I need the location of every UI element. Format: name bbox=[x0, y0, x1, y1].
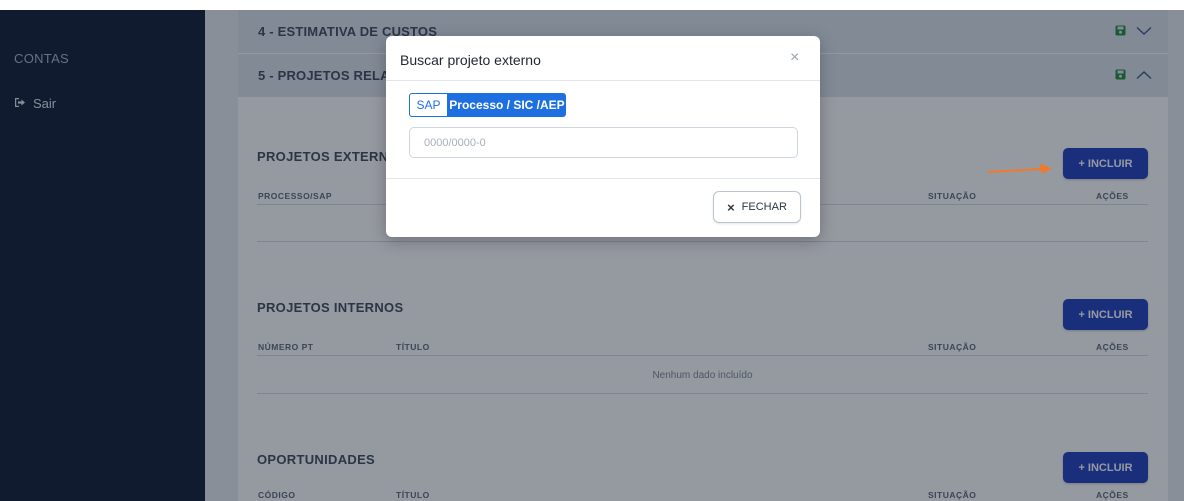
close-icon: × bbox=[727, 199, 735, 215]
top-band bbox=[0, 0, 1184, 10]
close-icon[interactable]: × bbox=[790, 50, 799, 66]
fechar-button[interactable]: × FECHAR bbox=[713, 191, 801, 223]
modal-footer-divider bbox=[386, 178, 820, 179]
processo-input[interactable] bbox=[409, 127, 798, 158]
modal-header-divider bbox=[386, 80, 820, 81]
toggle-sap[interactable]: SAP bbox=[409, 93, 448, 117]
annotation-arrow-icon bbox=[987, 163, 1052, 174]
fechar-label: FECHAR bbox=[741, 201, 787, 213]
buscar-projeto-modal: Buscar projeto externo × SAP Processo / … bbox=[386, 36, 820, 237]
toggle-processo-sic-aep[interactable]: Processo / SIC /AEP bbox=[448, 93, 566, 117]
modal-title: Buscar projeto externo bbox=[400, 52, 541, 68]
